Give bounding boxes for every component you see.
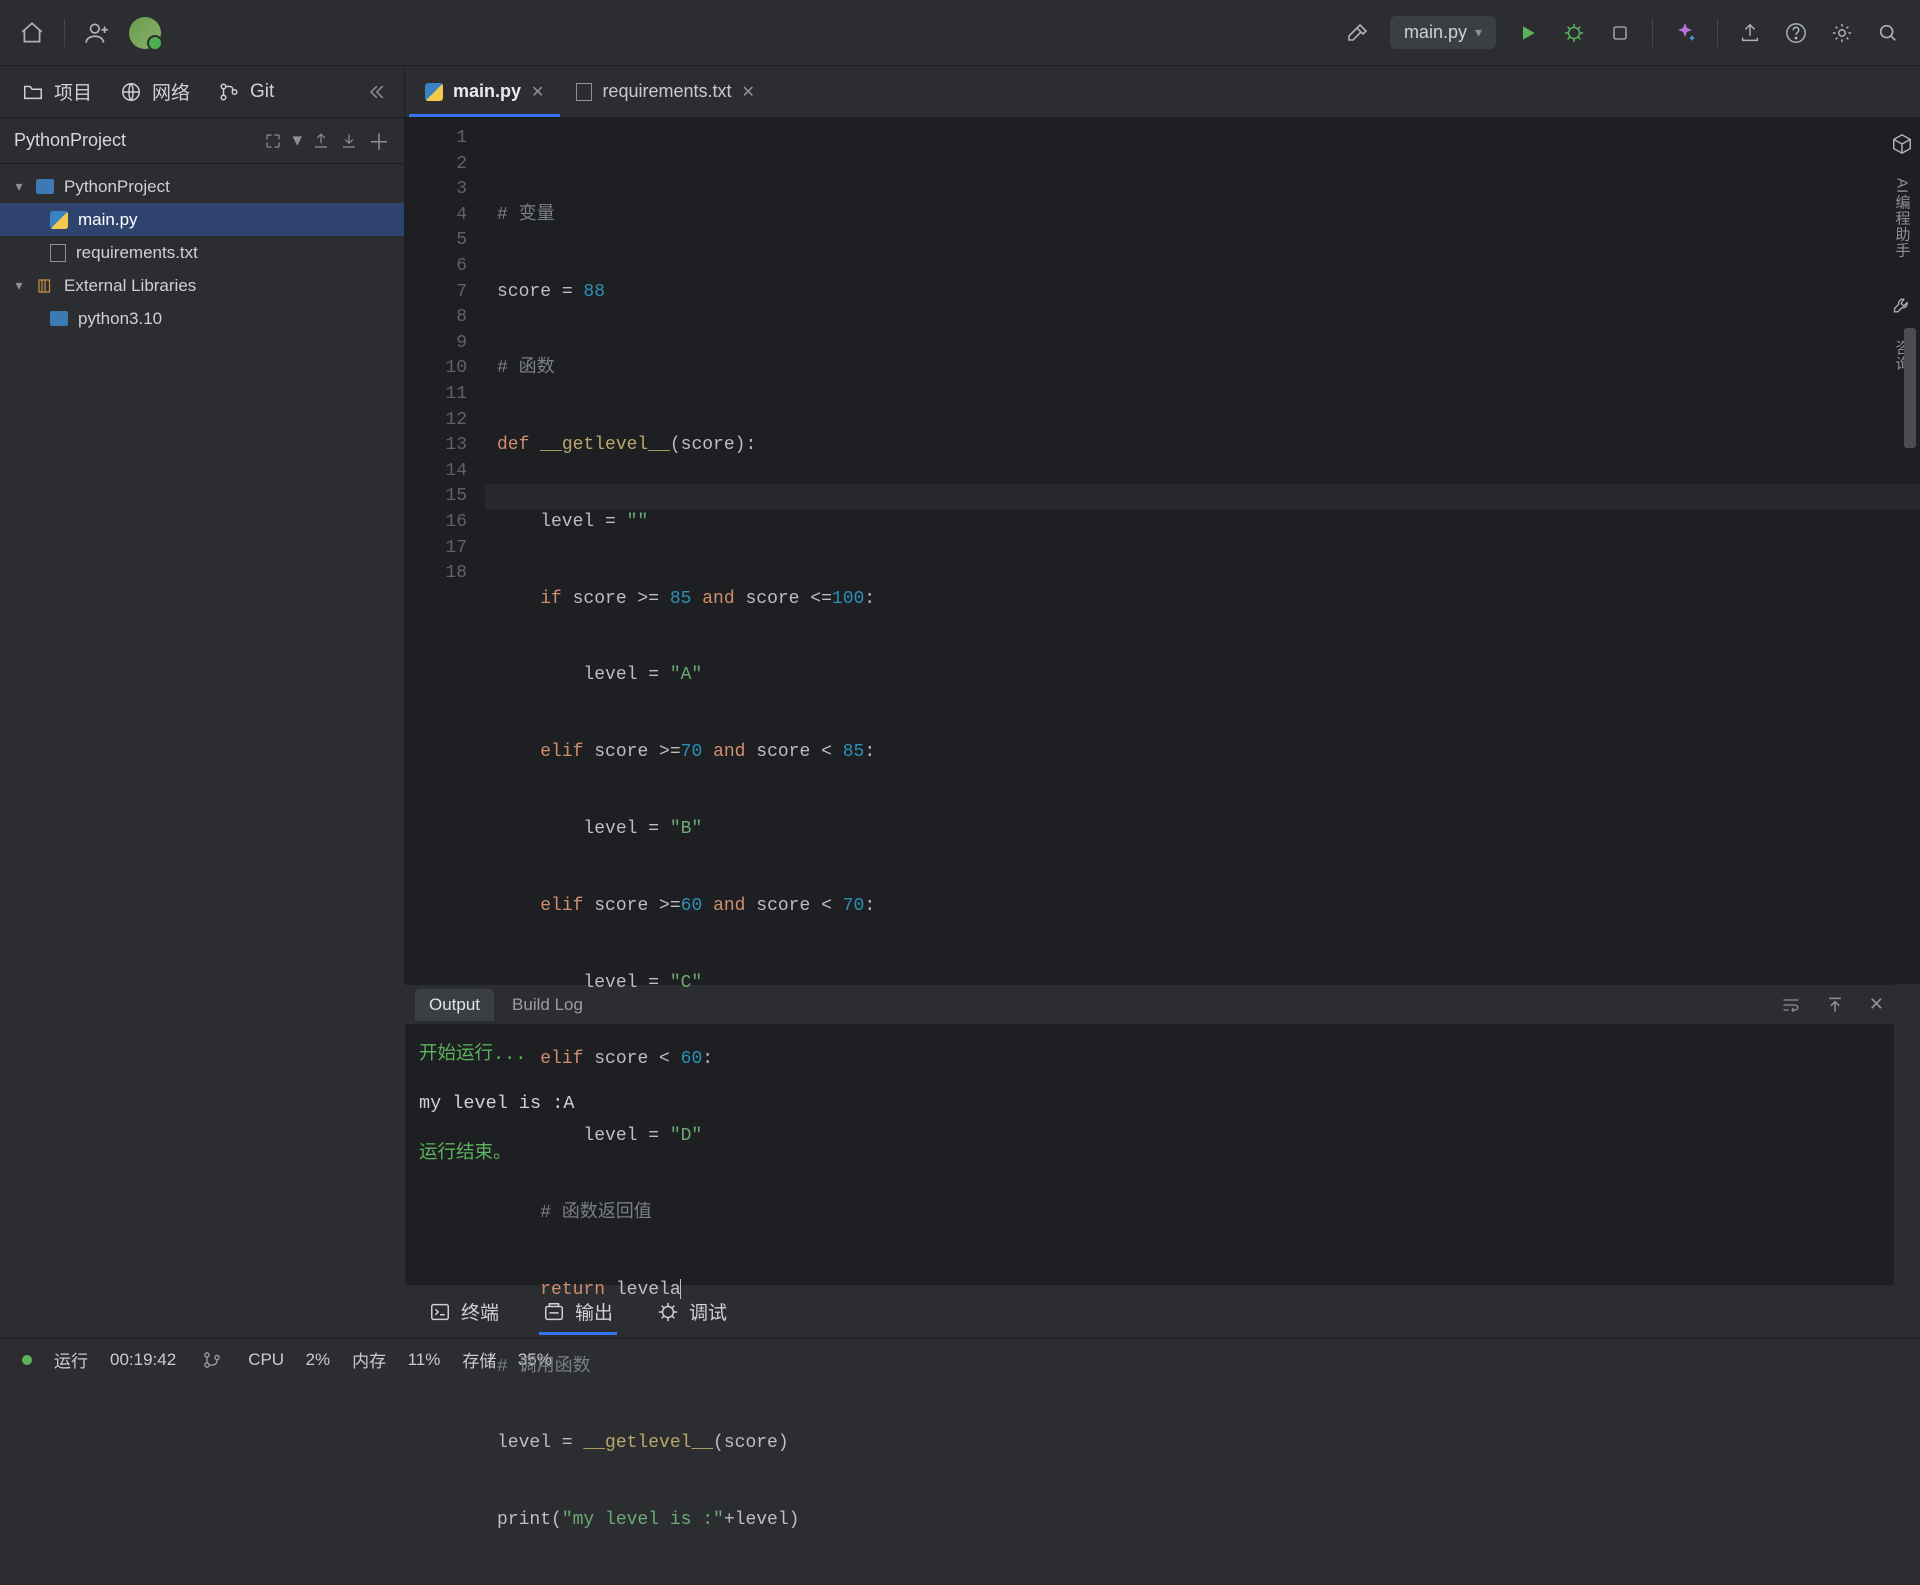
download-icon[interactable] (340, 132, 358, 150)
close-icon[interactable]: ✕ (742, 82, 755, 102)
divider (64, 19, 65, 47)
divider (1652, 19, 1653, 47)
home-icon[interactable] (18, 19, 46, 47)
project-sidebar: PythonProject ▾ ＋ ▾ PythonProject (0, 118, 405, 984)
panel-tab-output[interactable]: Output (415, 989, 494, 1021)
close-icon[interactable]: ✕ (531, 82, 544, 102)
expand-icon[interactable] (264, 132, 282, 150)
right-rail: AI编程助手 咨询 (1884, 118, 1920, 372)
chevron-down-icon: ▾ (12, 277, 26, 294)
sidebar-tab-label: Git (250, 81, 274, 103)
help-icon[interactable] (1782, 19, 1810, 47)
editor-tab-requirements[interactable]: requirements.txt ✕ (560, 66, 770, 117)
status-run-time: 00:19:42 (110, 1350, 176, 1370)
output-line: my level is :A (419, 1088, 1880, 1119)
top-toolbar: main.py ▾ (0, 0, 1920, 66)
tree-label: python3.10 (78, 309, 162, 329)
editor-tab-strip: main.py ✕ requirements.txt ✕ (405, 66, 1920, 117)
run-config-label: main.py (1404, 22, 1467, 43)
plus-icon[interactable]: ＋ (368, 125, 390, 157)
text-file-icon (576, 83, 592, 101)
code-area[interactable]: # 变量 score = 88 # 函数 def __getlevel__(sc… (485, 118, 1920, 984)
metric-label: 内存 (352, 1347, 386, 1372)
text-caret (680, 1279, 681, 1299)
chevron-down-icon: ▾ (1475, 24, 1482, 41)
tree-label: External Libraries (64, 276, 196, 296)
sidebar-tab-label: 项目 (54, 78, 92, 105)
debug-icon[interactable] (1560, 19, 1588, 47)
metric-label: 存储 (462, 1347, 496, 1372)
editor-tab-label: main.py (453, 81, 521, 102)
metric-label: CPU (248, 1350, 284, 1370)
status-dot-icon (22, 1355, 32, 1365)
upload-icon[interactable] (312, 132, 330, 150)
tree-label: requirements.txt (76, 243, 198, 263)
upload-icon[interactable] (1736, 19, 1764, 47)
editor-tab-label: requirements.txt (602, 81, 731, 102)
status-cpu: CPU 2% (248, 1350, 330, 1370)
tool-terminal[interactable]: 终端 (425, 1290, 503, 1333)
text-file-icon (50, 244, 66, 262)
metric-value: 11% (408, 1350, 441, 1370)
project-tree: ▾ PythonProject main.py requirements.txt… (0, 164, 404, 335)
line-gutter: 123 456 789 101112 131415 161718 (405, 118, 485, 984)
python-file-icon (50, 211, 68, 229)
editor-tab-main[interactable]: main.py ✕ (409, 66, 560, 117)
tree-file-main[interactable]: main.py (0, 203, 404, 236)
status-memory: 内存 11% (352, 1347, 440, 1372)
project-header: PythonProject ▾ ＋ (0, 118, 404, 164)
tree-python-runtime[interactable]: python3.10 (0, 302, 404, 335)
folder-icon (50, 311, 68, 326)
chevron-down-icon[interactable]: ▾ (292, 129, 302, 152)
tool-label: 终端 (461, 1298, 499, 1325)
run-config-dropdown[interactable]: main.py ▾ (1390, 16, 1496, 49)
main-split: PythonProject ▾ ＋ ▾ PythonProject (0, 118, 1920, 984)
python-file-icon (425, 83, 443, 101)
metric-value: 2% (306, 1350, 331, 1370)
sidebar-tab-network[interactable]: 网络 (120, 78, 190, 105)
gear-icon[interactable] (1828, 19, 1856, 47)
sidebar-tab-strip: 项目 网络 Git (0, 66, 405, 117)
stop-icon[interactable] (1606, 19, 1634, 47)
cube-icon[interactable] (1888, 130, 1916, 158)
code-editor[interactable]: 123 456 789 101112 131415 161718 # 变量 sc… (405, 118, 1920, 984)
sidebar-tab-project[interactable]: 项目 (22, 78, 92, 105)
run-icon[interactable] (1514, 19, 1542, 47)
folder-icon (36, 179, 54, 194)
hammer-icon[interactable] (1344, 19, 1372, 47)
ai-sparkle-icon[interactable] (1671, 19, 1699, 47)
divider (1717, 19, 1718, 47)
status-run-label: 运行 (54, 1347, 88, 1372)
branch-icon[interactable] (198, 1346, 226, 1374)
library-icon (36, 277, 54, 295)
secondary-nav: 项目 网络 Git main.py ✕ requirements.txt ✕ (0, 66, 1920, 118)
search-icon[interactable] (1874, 19, 1902, 47)
tree-label: PythonProject (64, 177, 170, 197)
sidebar-tab-git[interactable]: Git (218, 81, 274, 103)
tree-file-requirements[interactable]: requirements.txt (0, 236, 404, 269)
minimap-scroll-thumb[interactable] (1904, 328, 1916, 448)
avatar[interactable] (129, 17, 161, 49)
sidebar-tab-label: 网络 (152, 78, 190, 105)
tree-root[interactable]: ▾ PythonProject (0, 170, 404, 203)
collapse-sidebar-icon[interactable] (362, 78, 390, 106)
add-user-icon[interactable] (83, 19, 111, 47)
tree-label: main.py (78, 210, 138, 230)
project-title: PythonProject (14, 130, 126, 151)
tree-external-libraries[interactable]: ▾ External Libraries (0, 269, 404, 302)
chevron-down-icon: ▾ (12, 178, 26, 195)
